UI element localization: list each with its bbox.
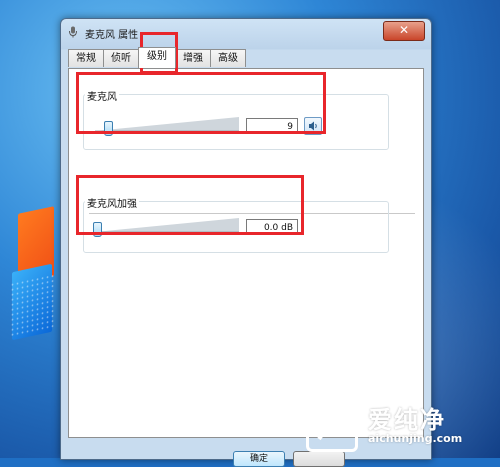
tab-listen[interactable]: 侦听: [103, 49, 139, 67]
tab-general[interactable]: 常规: [68, 49, 104, 67]
tab-advanced[interactable]: 高级: [210, 49, 246, 67]
watermark-title: 爱纯净: [368, 406, 446, 434]
tab-levels[interactable]: 级别: [138, 47, 176, 68]
tab-enhancements[interactable]: 增强: [175, 49, 211, 67]
window-title: 麦克风 属性: [85, 30, 139, 41]
highlight-boost-slider: [76, 175, 304, 235]
close-button[interactable]: ✕: [383, 21, 425, 41]
site-watermark: 爱纯净 aichunjing.com: [302, 398, 500, 458]
watermark-logo-icon: [306, 404, 358, 452]
highlight-microphone-slider: [76, 72, 326, 134]
tab-strip: 常规 侦听 级别 增强 高级: [68, 47, 424, 69]
windows-logo-dots: [10, 273, 54, 339]
watermark-url: aichunjing.com: [368, 432, 463, 445]
title-bar[interactable]: 麦克风 属性 ✕: [61, 19, 431, 45]
ok-button[interactable]: 确定: [233, 451, 285, 467]
microphone-icon: [69, 26, 77, 38]
close-icon: ✕: [398, 23, 410, 37]
